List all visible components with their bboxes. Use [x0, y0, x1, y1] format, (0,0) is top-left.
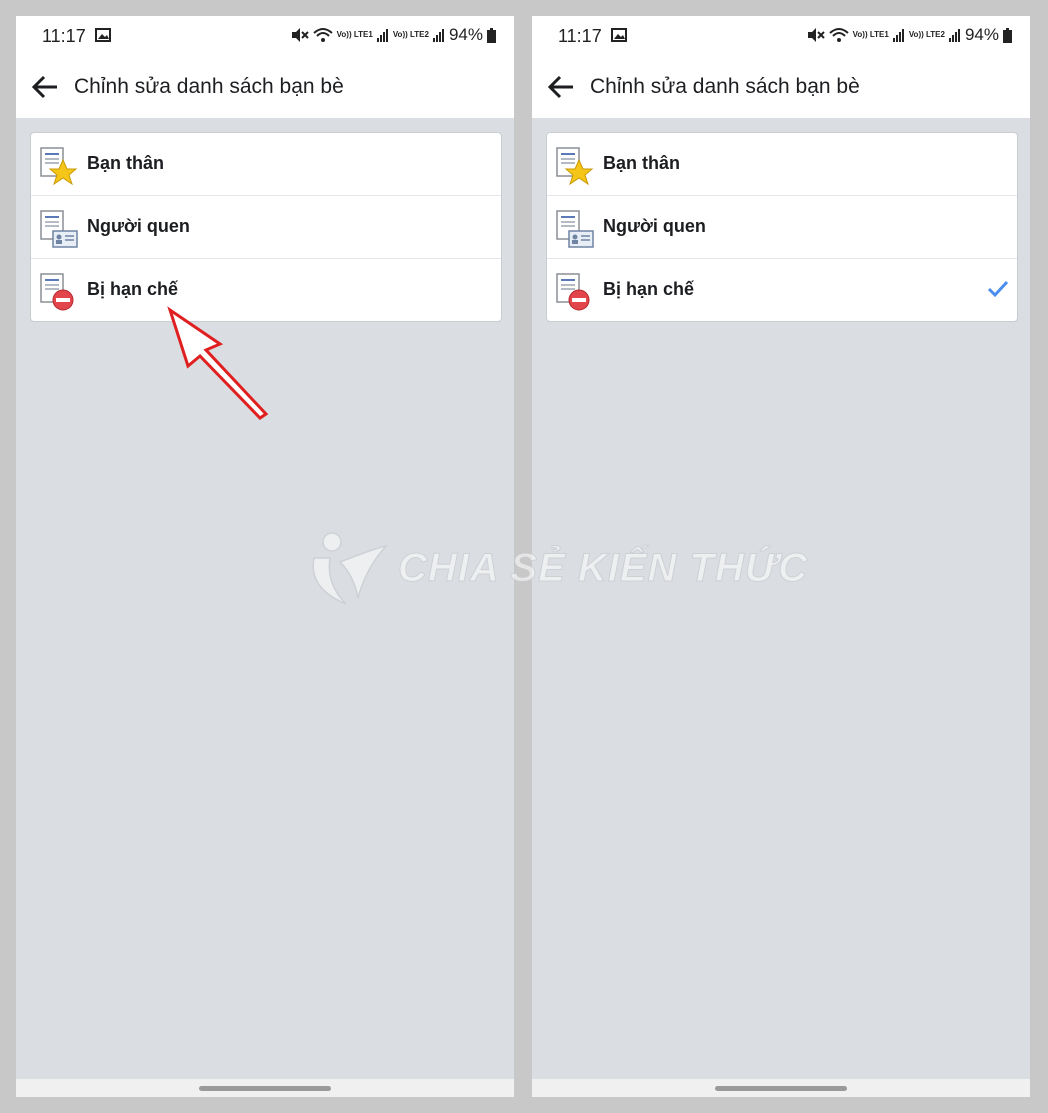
acquaintances-card-icon — [40, 210, 78, 248]
app-header: 11:17 Vo)) LTE1 Vo)) LTE2 94% Chỉnh sửa … — [532, 16, 1030, 118]
list-item-label: Bạn thân — [603, 153, 681, 173]
home-indicator[interactable] — [715, 1086, 847, 1091]
page-title: Chỉnh sửa danh sách bạn bè — [590, 75, 860, 98]
close-friends-star-icon — [40, 147, 78, 186]
watermark: CHIA SẺ KIẾN THỨC — [306, 528, 808, 608]
sim1-network-label: Vo)) LTE1 — [852, 30, 889, 39]
list-item-close-friends[interactable]: Bạn thân — [31, 133, 501, 196]
friend-lists-card: Bạn thân Người quen Bị hạn chế — [546, 132, 1018, 322]
list-item-acquaintances[interactable]: Người quen — [31, 196, 501, 259]
watermark-logo-icon — [312, 532, 389, 605]
list-item-label: Bị hạn chế — [603, 279, 695, 299]
battery-percent: 94% — [964, 25, 999, 44]
wifi-icon — [828, 28, 849, 42]
list-item-close-friends[interactable]: Bạn thân — [547, 133, 1017, 196]
signal-icon — [376, 29, 388, 42]
back-arrow-icon[interactable] — [546, 72, 576, 102]
list-item-label: Bạn thân — [87, 153, 165, 173]
wifi-icon — [312, 28, 333, 42]
close-friends-star-icon — [556, 147, 594, 186]
gallery-notification-icon — [95, 28, 111, 42]
annotation-arrow-icon — [167, 306, 269, 420]
watermark-text: CHIA SẺ KIẾN THỨC — [397, 545, 809, 590]
battery-icon — [1003, 27, 1012, 43]
status-time: 11:17 — [42, 26, 86, 46]
navigation-bar — [532, 1079, 1030, 1097]
mute-icon — [291, 28, 309, 42]
checkmark-icon — [987, 280, 1009, 298]
list-item-label: Người quen — [87, 216, 190, 236]
signal-icon — [948, 29, 960, 42]
battery-percent: 94% — [448, 25, 483, 44]
status-time: 11:17 — [558, 26, 602, 46]
sim1-network-label: Vo)) LTE1 — [336, 30, 373, 39]
acquaintances-card-icon — [556, 210, 594, 248]
list-item-restricted-selected[interactable]: Bị hạn chế — [547, 259, 1017, 321]
signal-icon — [892, 29, 904, 42]
friend-lists-card: Bạn thân Người quen Bị hạn chế — [30, 132, 502, 322]
sim2-network-label: Vo)) LTE2 — [392, 30, 429, 39]
mute-icon — [807, 28, 825, 42]
status-icons: Vo)) LTE1 Vo)) LTE2 94% — [291, 25, 496, 45]
back-arrow-icon[interactable] — [30, 72, 60, 102]
gallery-notification-icon — [611, 28, 627, 42]
battery-icon — [487, 27, 496, 43]
restricted-minus-icon — [556, 273, 590, 311]
status-bar: 11:17 Vo)) LTE1 Vo)) LTE2 94% — [16, 16, 514, 60]
restricted-minus-icon — [40, 273, 74, 311]
list-item-label: Bị hạn chế — [87, 279, 179, 299]
home-indicator[interactable] — [199, 1086, 331, 1091]
sim2-network-label: Vo)) LTE2 — [908, 30, 945, 39]
navigation-bar — [16, 1079, 514, 1097]
page-title: Chỉnh sửa danh sách bạn bè — [74, 75, 344, 98]
signal-icon — [432, 29, 444, 42]
status-bar: 11:17 Vo)) LTE1 Vo)) LTE2 94% — [532, 16, 1030, 60]
status-icons: Vo)) LTE1 Vo)) LTE2 94% — [807, 25, 1012, 45]
list-item-label: Người quen — [603, 216, 706, 236]
list-item-acquaintances[interactable]: Người quen — [547, 196, 1017, 259]
app-header: 11:17 Vo)) LTE1 Vo)) LTE2 94% Chỉnh sửa … — [16, 16, 514, 118]
